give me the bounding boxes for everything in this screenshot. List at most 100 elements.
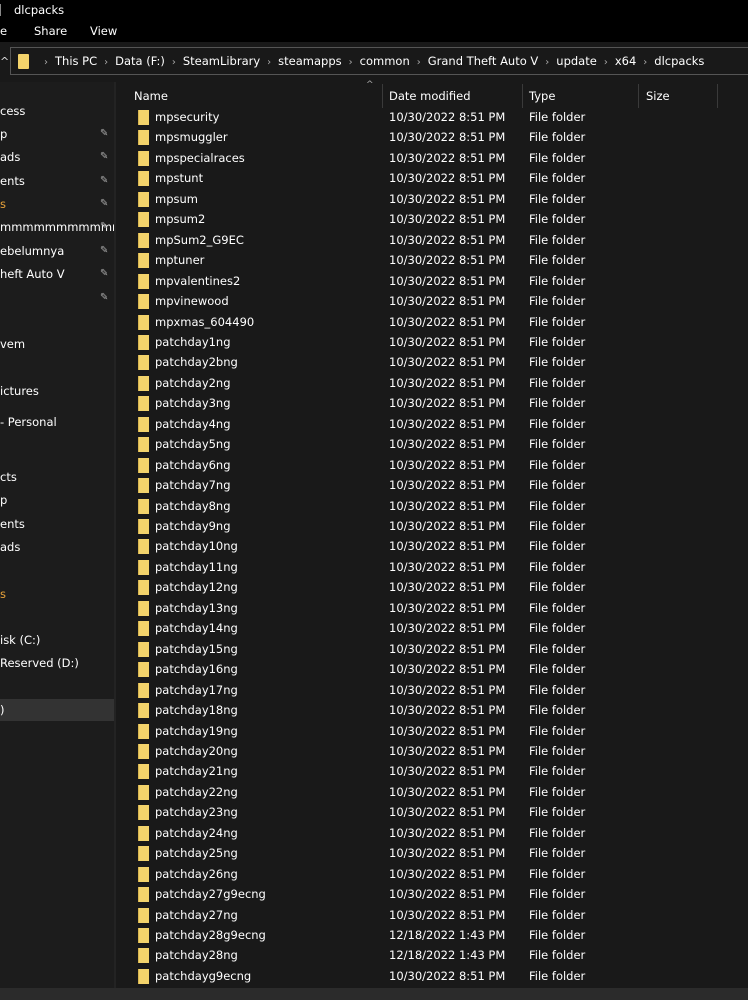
chevron-right-icon[interactable]: › [349, 57, 353, 68]
pin-icon[interactable]: ✎ [100, 216, 108, 238]
file-row[interactable]: patchday3ng 10/30/2022 8:51 PM File folder [116, 393, 748, 413]
file-row[interactable]: mpsum 10/30/2022 8:51 PM File folder [116, 189, 748, 209]
sidebar-item[interactable]: s ✎ [0, 193, 114, 215]
file-row[interactable]: patchday25ng 10/30/2022 8:51 PM File folde… [116, 843, 748, 863]
sidebar-item[interactable]: ) [0, 699, 114, 721]
column-divider[interactable] [382, 84, 383, 108]
breadcrumb-item[interactable]: This PC [55, 54, 97, 68]
file-row[interactable]: patchday26ng 10/30/2022 8:51 PM File folde… [116, 864, 748, 884]
breadcrumb-item[interactable]: Data (F:) [115, 54, 165, 68]
sidebar-item[interactable]: - Personal [0, 411, 114, 433]
pin-icon[interactable]: ✎ [100, 287, 108, 309]
sidebar-item[interactable]: ictures [0, 380, 114, 402]
breadcrumb-item[interactable]: common [360, 54, 410, 68]
file-row[interactable]: patchday21ng 10/30/2022 8:51 PM File folde… [116, 761, 748, 781]
sidebar-item[interactable]: ents ✎ [0, 170, 114, 192]
file-row[interactable]: patchday9ng 10/30/2022 8:51 PM File folder [116, 516, 748, 536]
breadcrumb-item[interactable]: dlcpacks [654, 54, 704, 68]
chevron-right-icon[interactable]: › [604, 57, 608, 68]
file-row[interactable]: patchday11ng 10/30/2022 8:51 PM File folde… [116, 557, 748, 577]
file-row[interactable]: mpsum2 10/30/2022 8:51 PM File folder [116, 209, 748, 229]
file-row[interactable]: patchday28g9ecng 12/18/2022 1:43 PM File f… [116, 925, 748, 945]
breadcrumb-item[interactable]: SteamLibrary [183, 54, 260, 68]
column-divider[interactable] [522, 84, 523, 108]
breadcrumb-item[interactable]: steamapps [278, 54, 341, 68]
file-row[interactable]: patchday7ng 10/30/2022 8:51 PM File folder [116, 475, 748, 495]
sidebar-item[interactable]: ents [0, 513, 114, 535]
sidebar-item[interactable]: Reserved (D:) [0, 652, 114, 674]
up-arrow-icon[interactable]: ^ [0, 55, 9, 68]
file-row[interactable]: mpvinewood 10/30/2022 8:51 PM File folder [116, 291, 748, 311]
file-row[interactable]: patchday23ng 10/30/2022 8:51 PM File folde… [116, 802, 748, 822]
file-row[interactable]: mpsecurity 10/30/2022 8:51 PM File folder [116, 107, 748, 127]
chevron-right-icon[interactable]: › [545, 57, 549, 68]
file-row[interactable]: mpSum2_G9EC 10/30/2022 8:51 PM File folder [116, 230, 748, 250]
file-row[interactable]: patchday16ng 10/30/2022 8:51 PM File folde… [116, 659, 748, 679]
file-row[interactable]: patchday6ng 10/30/2022 8:51 PM File folder [116, 455, 748, 475]
file-row[interactable]: patchday1ng 10/30/2022 8:51 PM File folder [116, 332, 748, 352]
file-row[interactable]: patchday2bng 10/30/2022 8:51 PM File folde… [116, 352, 748, 372]
file-row[interactable]: patchday22ng 10/30/2022 8:51 PM File folde… [116, 782, 748, 802]
chevron-right-icon[interactable]: › [417, 57, 421, 68]
sidebar-item[interactable]: ads ✎ [0, 146, 114, 168]
file-row[interactable]: patchday18ng 10/30/2022 8:51 PM File folde… [116, 700, 748, 720]
address-bar[interactable]: › This PC › Data (F:) › SteamLibrary › steamapp… [10, 47, 748, 75]
file-row[interactable]: patchdayg9ecng 10/30/2022 8:51 PM File fol… [116, 966, 748, 986]
file-row[interactable]: mpvalentines2 10/30/2022 8:51 PM File fold… [116, 271, 748, 291]
column-type[interactable]: Type [529, 84, 555, 108]
tab-share[interactable]: Share [34, 24, 67, 38]
file-row[interactable]: patchday28ng 12/18/2022 1:43 PM File folde… [116, 945, 748, 965]
file-row[interactable]: patchday2ng 10/30/2022 8:51 PM File folder [116, 373, 748, 393]
column-divider[interactable] [717, 84, 718, 108]
file-row[interactable]: patchday14ng 10/30/2022 8:51 PM File folde… [116, 618, 748, 638]
sidebar-item[interactable]: mmmmmmmmmmr ✎ [0, 216, 114, 238]
pin-icon[interactable]: ✎ [100, 263, 108, 285]
pin-icon[interactable]: ✎ [100, 170, 108, 192]
sidebar-item[interactable]: p ✎ [0, 123, 114, 145]
pin-icon[interactable]: ✎ [100, 123, 108, 145]
sidebar-item[interactable]: isk (C:) [0, 629, 114, 651]
sidebar-item[interactable]: ✎ [0, 287, 114, 309]
file-row[interactable]: patchday24ng 10/30/2022 8:51 PM File folde… [116, 823, 748, 843]
column-date-modified[interactable]: Date modified [389, 84, 471, 108]
chevron-right-icon[interactable]: › [172, 57, 176, 68]
file-row[interactable]: patchday20ng 10/30/2022 8:51 PM File folde… [116, 741, 748, 761]
sidebar-item[interactable]: vem [0, 333, 114, 355]
chevron-right-icon[interactable]: › [44, 57, 48, 68]
column-name[interactable]: Name [134, 84, 168, 108]
file-row[interactable]: mpxmas_604490 10/30/2022 8:51 PM File fold… [116, 312, 748, 332]
file-row[interactable]: mpstunt 10/30/2022 8:51 PM File folder [116, 168, 748, 188]
sidebar-item[interactable]: cts [0, 466, 114, 488]
sidebar-item[interactable]: heft Auto V ✎ [0, 263, 114, 285]
file-row[interactable]: mpspecialraces 10/30/2022 8:51 PM File fol… [116, 148, 748, 168]
file-row[interactable]: patchday27ng 10/30/2022 8:51 PM File folde… [116, 905, 748, 925]
file-row[interactable]: patchday17ng 10/30/2022 8:51 PM File folde… [116, 680, 748, 700]
breadcrumb-item[interactable]: x64 [615, 54, 636, 68]
file-row[interactable]: patchday27g9ecng 10/30/2022 8:51 PM File f… [116, 884, 748, 904]
file-row[interactable]: patchday5ng 10/30/2022 8:51 PM File folder [116, 434, 748, 454]
pin-icon[interactable]: ✎ [100, 146, 108, 168]
file-row[interactable]: patchday13ng 10/30/2022 8:51 PM File folde… [116, 598, 748, 618]
file-row[interactable]: mptuner 10/30/2022 8:51 PM File folder [116, 250, 748, 270]
pin-icon[interactable]: ✎ [100, 193, 108, 215]
chevron-right-icon[interactable]: › [643, 57, 647, 68]
file-row[interactable]: patchday19ng 10/30/2022 8:51 PM File folde… [116, 721, 748, 741]
tab-view[interactable]: View [90, 24, 117, 38]
sidebar-item[interactable]: ads [0, 536, 114, 558]
file-row[interactable]: mpsmuggler 10/30/2022 8:51 PM File folder [116, 127, 748, 147]
tab-file[interactable]: e [0, 24, 7, 38]
sidebar-item[interactable]: ebelumnya ✎ [0, 240, 114, 262]
file-row[interactable]: patchday4ng 10/30/2022 8:51 PM File folder [116, 414, 748, 434]
breadcrumb-item[interactable]: Grand Theft Auto V [428, 54, 539, 68]
chevron-right-icon[interactable]: › [104, 57, 108, 68]
column-divider[interactable] [638, 84, 639, 108]
pin-icon[interactable]: ✎ [100, 240, 108, 262]
sidebar-item[interactable]: p [0, 489, 114, 511]
sidebar-item[interactable]: s [0, 583, 114, 605]
chevron-right-icon[interactable]: › [267, 57, 271, 68]
sidebar-item[interactable]: cess [0, 100, 114, 122]
file-row[interactable]: patchday12ng 10/30/2022 8:51 PM File folde… [116, 577, 748, 597]
file-row[interactable]: patchday10ng 10/30/2022 8:51 PM File folde… [116, 536, 748, 556]
file-row[interactable]: patchday15ng 10/30/2022 8:51 PM File folde… [116, 639, 748, 659]
column-size[interactable]: Size [646, 84, 670, 108]
